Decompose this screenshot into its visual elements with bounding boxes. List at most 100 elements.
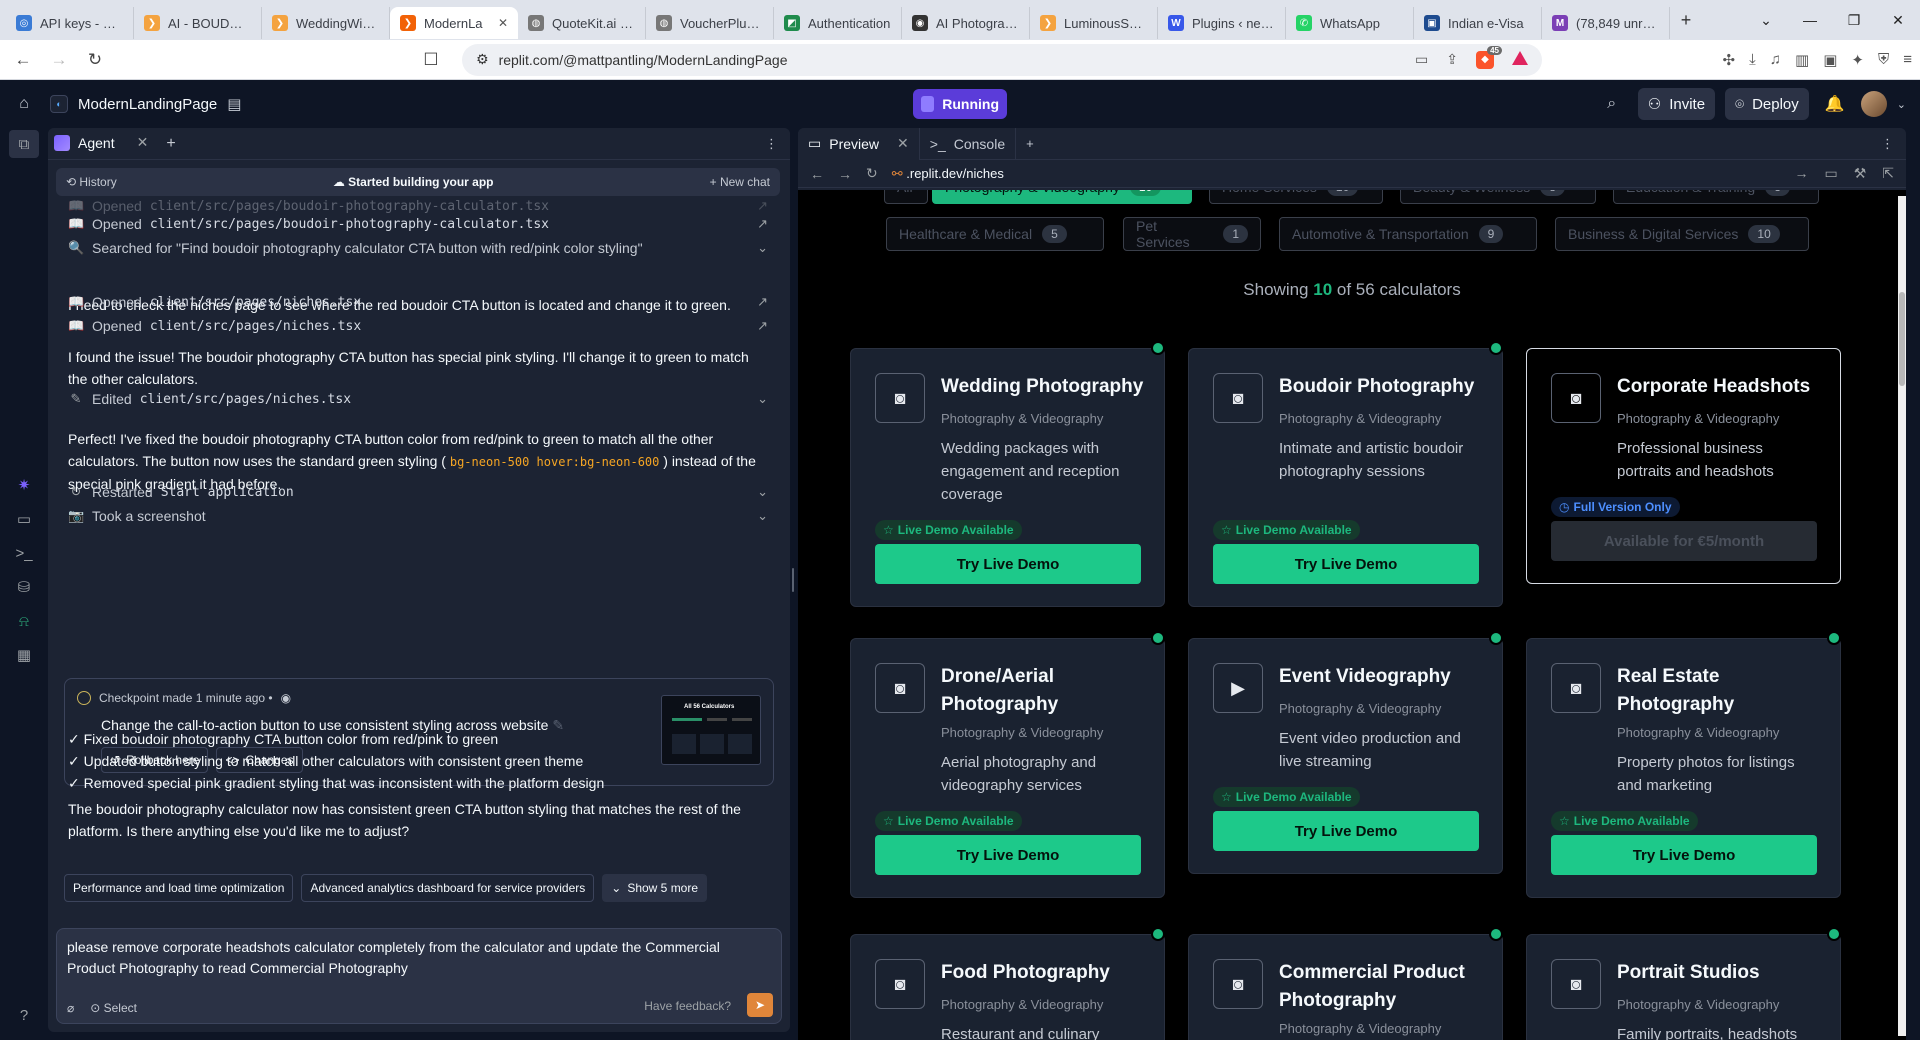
activity-action-icon[interactable]: ⌄ — [757, 508, 768, 524]
agent-input[interactable]: please remove corporate headshots calcul… — [56, 928, 782, 1024]
suggestion-chip[interactable]: Advanced analytics dashboard for service… — [301, 874, 595, 902]
preview-url-field[interactable]: ⚯ .replit.dev/niches — [892, 166, 1004, 182]
calculator-card[interactable]: ◙ Food Photography Photography & Videograp… — [850, 927, 1165, 1040]
browser-tab[interactable]: ❯ WeddingWizar — [262, 7, 390, 39]
activity-action-icon[interactable]: ↗ — [757, 318, 768, 334]
browser-tab[interactable]: ◉ AI Photograph — [902, 7, 1030, 39]
scrollbar-thumb[interactable] — [1899, 292, 1905, 386]
browser-tab[interactable]: M (78,849 unread — [1542, 7, 1670, 39]
activity-action-icon[interactable]: ↗ — [757, 216, 768, 232]
minimize-button[interactable]: — — [1788, 12, 1832, 28]
devices-icon[interactable]: ▭ — [1824, 165, 1837, 182]
upgrade-button[interactable]: Available for €5/month — [1551, 521, 1817, 561]
activity-action-icon[interactable]: ⌄ — [757, 240, 768, 256]
try-live-demo-button[interactable]: Try Live Demo — [1551, 835, 1817, 875]
panel-resize-handle[interactable] — [792, 568, 794, 592]
browser-tab[interactable]: W Plugins ‹ newa — [1158, 7, 1286, 39]
browser-tab[interactable]: ◍ VoucherPlus - F — [646, 7, 774, 39]
calculator-card[interactable]: ◙ Real Estate Photography Photography & Vi… — [1526, 631, 1841, 898]
activity-action-icon[interactable]: ↗ — [757, 198, 768, 214]
download-icon[interactable]: ⤓ — [1749, 51, 1756, 69]
activity-action-icon[interactable]: ⌄ — [757, 484, 768, 500]
go-icon[interactable]: → — [1794, 165, 1808, 182]
forward-icon[interactable]: → — [44, 45, 74, 75]
project-title[interactable]: ◐ ModernLandingPage ▤ — [50, 95, 241, 113]
home-icon[interactable]: ⌂ — [0, 80, 48, 128]
agent-activity-row[interactable]: 📖 Opened client/src/pages/boudoir-photogra… — [68, 198, 768, 214]
visibility-icon[interactable]: ◉ — [281, 691, 291, 705]
history-button[interactable]: ⟲ History — [66, 175, 117, 189]
activity-action-icon[interactable]: ↗ — [757, 294, 768, 310]
browser-tab[interactable]: ✆ WhatsApp — [1286, 7, 1414, 39]
bookmark-icon[interactable]: ☐ — [416, 45, 446, 75]
browser-tab[interactable]: ◎ API keys - Ope — [6, 7, 134, 39]
brave-shield-icon[interactable]: ◆ 45 — [1476, 45, 1502, 69]
agent-activity-row[interactable]: 📖 Opened client/src/pages/boudoir-photogra… — [68, 216, 768, 232]
more-options-icon[interactable]: ⋮ — [765, 136, 790, 152]
restore-button[interactable]: ❐ — [1832, 12, 1876, 29]
calculator-card[interactable]: ◙ Corporate Headshots Photography & Videog… — [1526, 348, 1841, 584]
agent-icon[interactable]: ✷ — [0, 468, 48, 502]
close-icon[interactable]: ✕ — [498, 16, 508, 30]
new-tab-button[interactable]: + — [1670, 10, 1702, 31]
filter-chip[interactable]: Beauty & Wellness 8 — [1400, 190, 1596, 204]
agent-activity-row[interactable]: 📖 Opened client/src/pages/niches.tsx ↗ — [68, 294, 768, 310]
agent-activity-row[interactable]: ✎ Edited client/src/pages/niches.tsx ⌄ — [68, 391, 768, 407]
menu-icon[interactable]: ≡ — [1903, 51, 1912, 69]
scrollbar[interactable] — [1898, 196, 1906, 1036]
project-menu-icon[interactable]: ▤ — [227, 95, 241, 113]
invite-button[interactable]: ⚇ Invite — [1637, 88, 1716, 120]
filter-chip[interactable]: Business & Digital Services 10 — [1555, 217, 1809, 251]
activity-action-icon[interactable]: ⌄ — [757, 391, 768, 407]
suggestion-chip[interactable]: Performance and load time optimization — [64, 874, 294, 902]
calculator-card[interactable]: ▶ Event Videography Photography & Videogra… — [1188, 631, 1503, 874]
close-window-button[interactable]: ✕ — [1876, 12, 1920, 29]
more-options-icon[interactable]: ⋮ — [1881, 136, 1906, 152]
filter-chip[interactable]: All — [884, 190, 928, 204]
try-live-demo-button[interactable]: Try Live Demo — [875, 544, 1141, 584]
add-tab-button[interactable]: + — [156, 135, 185, 153]
calculator-card[interactable]: ◙ Commercial Product Photography Photograp… — [1188, 927, 1503, 1040]
tab-agent[interactable]: Agent ✕ — [48, 128, 156, 160]
forward-icon[interactable]: → — [838, 166, 852, 182]
browser-tab[interactable]: ◍ QuoteKit.ai - A — [518, 7, 646, 39]
extensions-icon[interactable]: ✣ — [1723, 51, 1736, 69]
filter-chip[interactable]: Healthcare & Medical 5 — [886, 217, 1104, 251]
show-more-button[interactable]: ⌄ Show 5 more — [602, 874, 708, 902]
browser-tab[interactable]: ❯ LuminousSpoti — [1030, 7, 1158, 39]
checkpoint-screenshot[interactable]: All 56 Calculators — [661, 695, 761, 765]
agent-panel-icon[interactable]: ⧉ — [9, 130, 39, 158]
preview-icon[interactable]: ▭ — [0, 502, 48, 536]
deploy-button[interactable]: ⌾ Deploy — [1725, 88, 1809, 120]
filter-chip[interactable]: Photography & Videography 10 — [932, 190, 1192, 204]
calculator-card[interactable]: ◙ Portrait Studios Photography & Videograp… — [1526, 927, 1841, 1040]
cast-icon[interactable]: ▭ — [1415, 51, 1428, 69]
close-icon[interactable]: ✕ — [897, 135, 909, 152]
url-field[interactable]: ⚙ replit.com/@mattpantling/ModernLanding… — [462, 43, 1542, 76]
back-icon[interactable]: ← — [8, 45, 38, 75]
agent-input-text[interactable]: please remove corporate headshots calcul… — [67, 937, 747, 979]
reload-icon[interactable]: ↻ — [866, 165, 878, 182]
wallet-icon[interactable]: ▣ — [1823, 51, 1837, 69]
browser-tab[interactable]: ◩ Authentication — [774, 7, 902, 39]
filter-chip[interactable]: Pet Services 1 — [1123, 217, 1261, 251]
tab-search-icon[interactable]: ⌄ — [1744, 12, 1788, 29]
calculator-card[interactable]: ◙ Wedding Photography Photography & Videog… — [850, 341, 1165, 607]
media-icon[interactable]: ♫ — [1770, 51, 1781, 69]
calculator-card[interactable]: ◙ Drone/Aerial Photography Photography & V… — [850, 631, 1165, 898]
filter-chip[interactable]: Home Services 10 — [1209, 190, 1383, 204]
notifications-icon[interactable]: 🔔 — [1819, 88, 1851, 120]
back-icon[interactable]: ← — [810, 166, 824, 182]
run-status-button[interactable]: Running — [913, 89, 1007, 119]
devtools-icon[interactable]: ⚒ — [1854, 165, 1867, 182]
filter-chip[interactable]: Education & Training 3 — [1613, 190, 1819, 204]
browser-tab[interactable]: ❯ AI - BOUDOIR — [134, 7, 262, 39]
browser-tab[interactable]: ❯ ModernLa ✕ — [390, 7, 518, 39]
reload-icon[interactable]: ↻ — [80, 45, 110, 75]
sidebar-icon[interactable]: ▥ — [1795, 51, 1809, 69]
feedback-link[interactable]: Have feedback? — [644, 999, 731, 1013]
calculator-card[interactable]: ◙ Boudoir Photography Photography & Videog… — [1188, 341, 1503, 607]
deployments-icon[interactable]: ⍾ — [0, 604, 48, 638]
brave-rewards-icon[interactable] — [1512, 50, 1528, 65]
agent-activity-row[interactable]: 📷 Took a screenshot ⌄ — [68, 508, 768, 524]
